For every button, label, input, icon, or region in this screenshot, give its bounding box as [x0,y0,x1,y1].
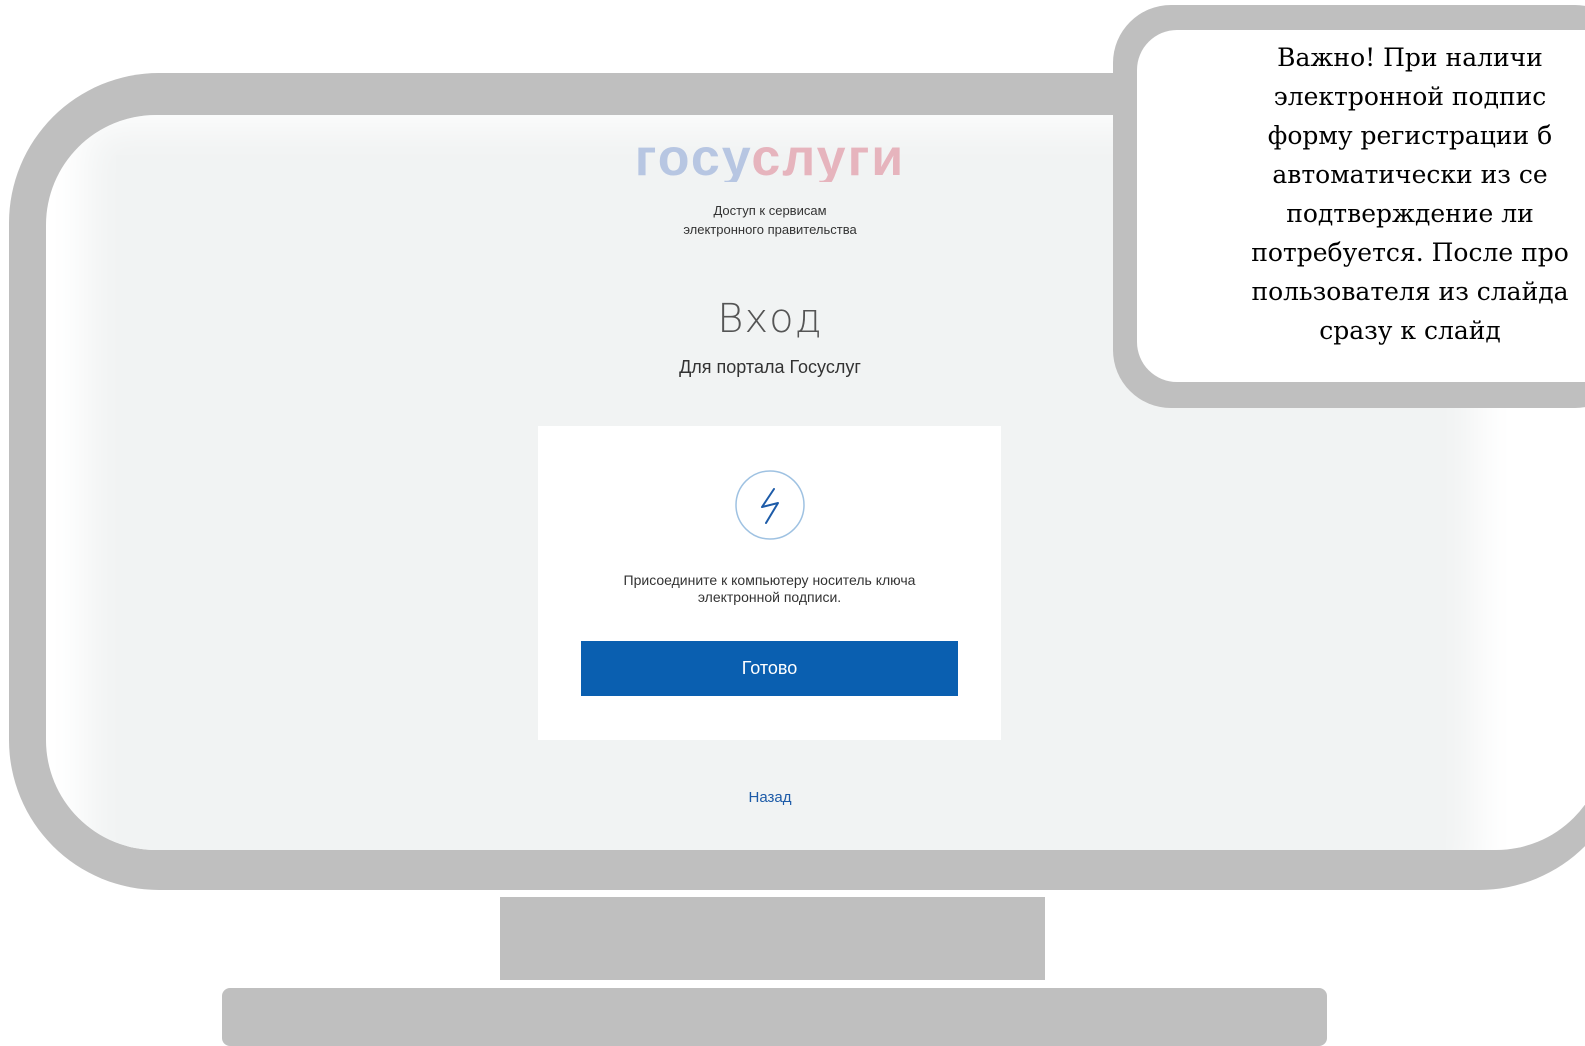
stage: госуслуги Доступ к сервисам электронного… [0,0,1585,1046]
back-link-label[interactable]: Назад [749,789,792,806]
callout-text: Важно! При наличи электронной подпис фор… [1130,38,1585,350]
message-line1: Присоедините к компьютеру носитель ключа [623,572,916,588]
signature-card: Присоедините к компьютеру носитель ключа… [538,426,1001,740]
message-line2: электронной подписи. [697,589,842,605]
callout-line: форму регистрации б [1267,121,1553,150]
callout-line: электронной подпис [1273,82,1547,111]
monitor-stand-base [222,988,1327,1046]
monitor-stand-neck [500,897,1045,980]
back-link[interactable]: Назад [0,789,1540,806]
callout-line: пользователя из слайда [1251,277,1569,306]
callout-line: Важно! При наличи [1277,43,1543,72]
callout-line: автоматически из се [1272,160,1548,189]
logo-part1: госу [634,138,752,182]
logo-part2: слуги [751,138,906,182]
callout-line: подтверждение ли [1286,199,1534,228]
connect-key-message: Присоедините к компьютеру носитель ключа… [538,572,1001,606]
callout-line: сразу к слайд [1319,316,1501,345]
lightning-icon [735,470,805,540]
ready-button[interactable]: Готово [581,641,958,696]
callout-line: потребуется. После про [1251,238,1569,267]
